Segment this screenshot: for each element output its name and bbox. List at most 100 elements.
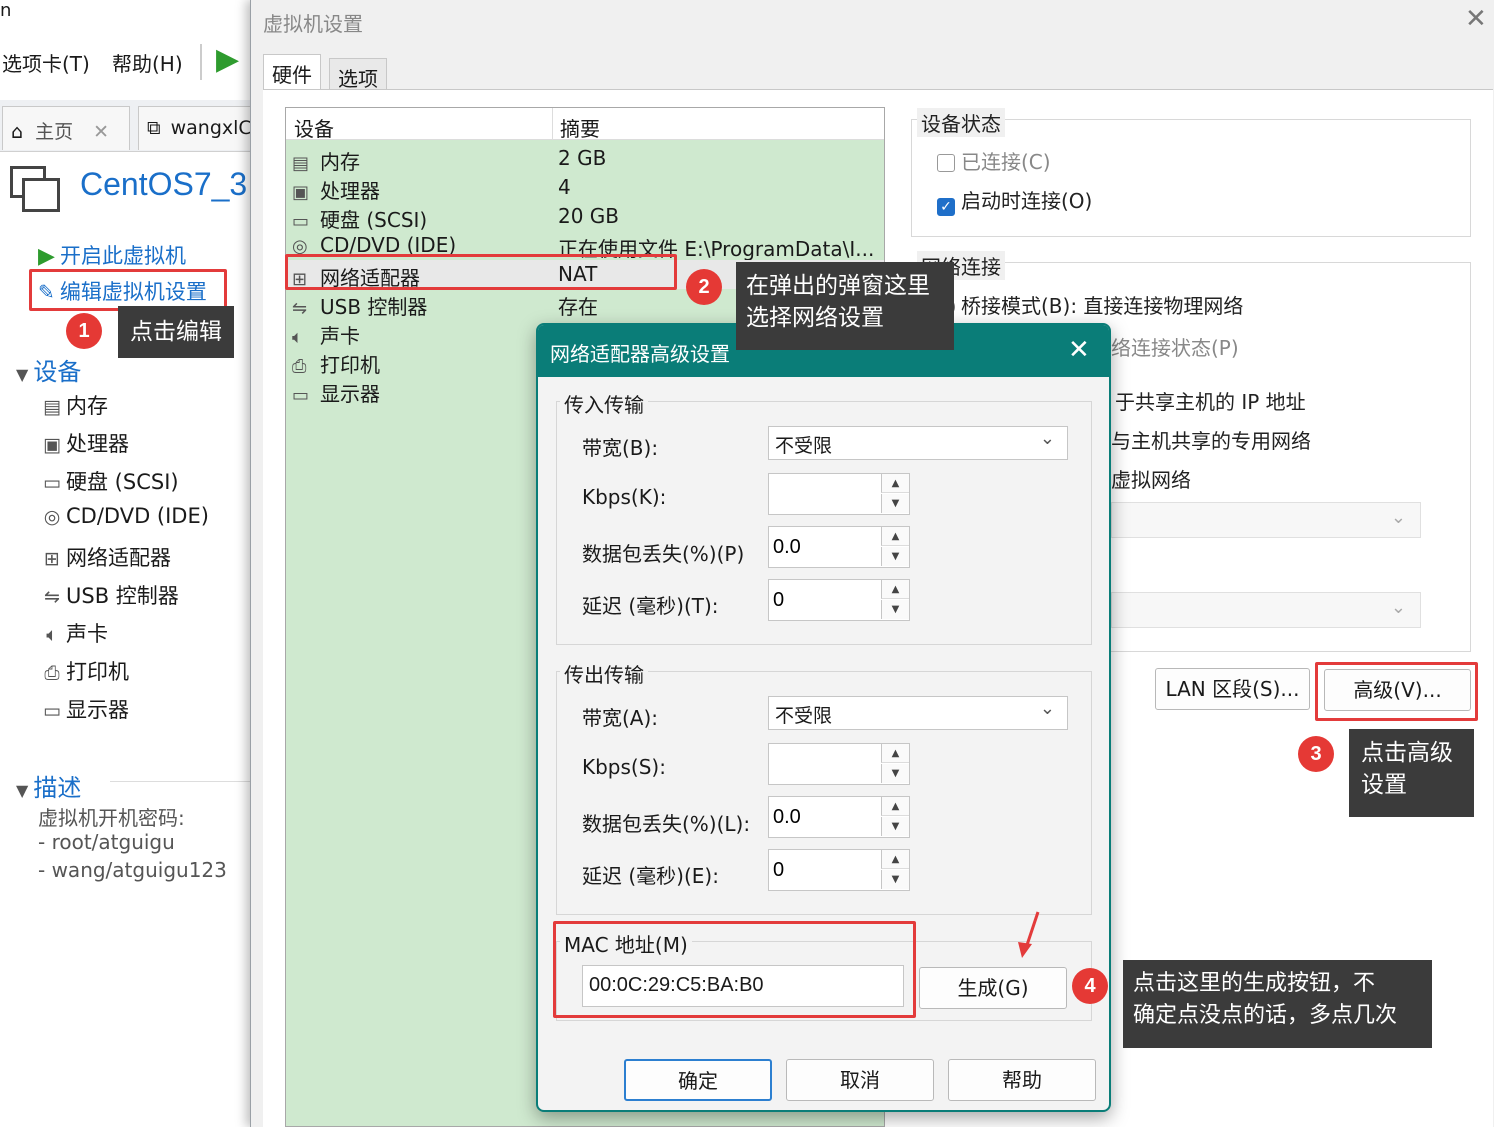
close-icon[interactable]: ✕ (93, 121, 109, 143)
incoming-kbps-spinner[interactable]: ▲ ▼ (768, 473, 910, 515)
table-row[interactable]: ▤ 内存 2 GB (286, 144, 884, 174)
spin-up-icon[interactable]: ▲ (881, 527, 909, 546)
sound-icon: 🔈︎ (292, 327, 303, 348)
incoming-latency-spinner[interactable]: ▲▼ (768, 579, 910, 621)
description-line: 虚拟机开机密码: (38, 806, 185, 830)
custom-radio[interactable]: 虚拟网络 (1111, 464, 1191, 493)
tab-vm[interactable]: ⧉ wangxlC (138, 106, 252, 150)
cancel-button[interactable]: 取消 (786, 1059, 934, 1101)
device-item-printer[interactable]: ⎙ 打印机 (38, 656, 129, 686)
incoming-bandwidth-select[interactable]: 不受限 (768, 426, 1068, 460)
spin-down-icon[interactable]: ▼ (881, 870, 909, 889)
spin-up-icon[interactable]: ▲ (881, 744, 909, 763)
column-divider (552, 108, 553, 140)
connect-at-power-on-checkbox[interactable]: ✓ 启动时连接(O) (937, 185, 1092, 216)
description-line: - root/atguigu (38, 830, 175, 854)
incoming-loss-input[interactable] (769, 527, 879, 567)
tab-home[interactable]: ⌂ 主页 ✕ (2, 106, 130, 150)
device-status-label: 设备状态 (917, 108, 1005, 137)
description-section-header[interactable]: ▼ 描述 (16, 768, 81, 803)
connected-label: 已连接(C) (961, 150, 1051, 174)
window-title-fragment: n (0, 0, 12, 21)
outgoing-kbps-spinner[interactable]: ▲ ▼ (768, 743, 910, 785)
sound-icon: 🔈︎ (46, 624, 58, 646)
device-item-sound[interactable]: 🔈︎ 声卡 (38, 618, 108, 648)
table-row[interactable]: ▣ 处理器 4 (286, 173, 884, 203)
generate-mac-button[interactable]: 生成(G) (919, 967, 1067, 1009)
device-item-monitor[interactable]: ▭ 显示器 (38, 694, 129, 724)
description-header: 描述 (33, 774, 82, 802)
callout-2-line1: 在弹出的弹窗这里 (746, 273, 930, 299)
tab-hardware[interactable]: 硬件 (263, 54, 321, 90)
device-item-usb[interactable]: ⇋ USB 控制器 (38, 580, 179, 610)
row-name: 声卡 (320, 324, 360, 348)
spin-up-icon[interactable]: ▲ (881, 797, 909, 816)
replicate-state-checkbox[interactable]: 络连接状态(P) (1111, 332, 1239, 361)
custom-network-select[interactable] (1111, 502, 1421, 538)
incoming-loss-spinner[interactable]: ▲▼ (768, 526, 910, 568)
host-only-label: 与主机共享的专用网络 (1111, 429, 1311, 453)
usb-icon: ⇋ (292, 298, 308, 319)
spin-up-icon[interactable]: ▲ (881, 850, 909, 869)
lan-segment-select[interactable] (1111, 592, 1421, 628)
spin-down-icon[interactable]: ▼ (881, 547, 909, 566)
cpu-icon: ▣ (292, 182, 310, 203)
outgoing-loss-input[interactable] (769, 797, 879, 837)
spin-up-icon[interactable]: ▲ (881, 580, 909, 599)
device-item-cd[interactable]: ◎ CD/DVD (IDE) (38, 504, 209, 528)
printer-icon: ⎙ (292, 356, 307, 377)
replicate-state-label: 络连接状态(P) (1111, 336, 1239, 360)
outgoing-latency-spinner[interactable]: ▲▼ (768, 849, 910, 891)
close-icon[interactable]: ✕ (1465, 4, 1487, 34)
spin-up-icon[interactable]: ▲ (881, 474, 909, 493)
spin-down-icon[interactable]: ▼ (881, 600, 909, 619)
devices-header: 设备 (33, 358, 82, 386)
play-icon[interactable]: ▶ (216, 42, 239, 77)
outgoing-loss-label: 数据包丢失(%)(L): (582, 812, 751, 836)
custom-label: 虚拟网络 (1111, 468, 1191, 492)
outgoing-latency-input[interactable] (769, 850, 879, 890)
nat-radio[interactable]: 于共享主机的 IP 地址 (1115, 386, 1306, 415)
close-icon[interactable]: ✕ (1068, 335, 1090, 365)
device-item-harddisk[interactable]: ▭ 硬盘 (SCSI) (38, 466, 179, 496)
incoming-loss-label: 数据包丢失(%)(P) (582, 542, 745, 566)
device-label: USB 控制器 (66, 584, 179, 608)
table-row[interactable]: ▭ 硬盘 (SCSI) 20 GB (286, 202, 884, 232)
host-only-radio[interactable]: 与主机共享的专用网络 (1111, 425, 1311, 454)
device-item-cpu[interactable]: ▣ 处理器 (38, 428, 129, 458)
power-on-action[interactable]: ▶ 开启此虚拟机 (38, 240, 186, 270)
outgoing-bandwidth-label: 带宽(A): (582, 706, 659, 730)
device-label: 硬盘 (SCSI) (66, 470, 179, 494)
device-item-network[interactable]: ⊞ 网络适配器 (38, 542, 171, 572)
device-label: 显示器 (66, 698, 129, 722)
tab-home-label: 主页 (35, 121, 74, 143)
highlight-network-adapter-row (285, 254, 677, 290)
menu-help[interactable]: 帮助(H) (112, 48, 183, 77)
ok-button[interactable]: 确定 (624, 1059, 772, 1101)
outgoing-loss-spinner[interactable]: ▲▼ (768, 796, 910, 838)
network-icon: ⊞ (44, 548, 60, 570)
menu-tabs[interactable]: 选项卡(T) (2, 48, 90, 77)
bridged-radio[interactable]: 桥接模式(B): 直接连接物理网络 (937, 290, 1243, 319)
vm-name: CentOS7_3 (80, 166, 248, 202)
spin-down-icon[interactable]: ▼ (881, 817, 909, 836)
device-item-memory[interactable]: ▤ 内存 (38, 390, 108, 420)
spin-down-icon[interactable]: ▼ (881, 764, 909, 783)
outgoing-kbps-input[interactable] (769, 744, 879, 784)
row-summary: 4 (558, 175, 571, 199)
incoming-latency-input[interactable] (769, 580, 879, 620)
tab-options[interactable]: 选项 (329, 58, 387, 91)
incoming-label: 传入传输 (560, 389, 648, 418)
incoming-latency-label: 延迟 (毫秒)(T): (582, 594, 719, 618)
spin-down-icon[interactable]: ▼ (881, 494, 909, 513)
settings-window-title: 虚拟机设置 (263, 12, 363, 36)
help-button[interactable]: 帮助 (948, 1059, 1096, 1101)
outgoing-bandwidth-select[interactable]: 不受限 (768, 696, 1068, 730)
row-name: USB 控制器 (320, 295, 428, 319)
connected-checkbox[interactable]: 已连接(C) (937, 146, 1051, 175)
row-summary: 2 GB (558, 146, 607, 170)
incoming-kbps-input[interactable] (769, 474, 879, 514)
monitor-icon: ▭ (292, 385, 310, 406)
devices-section-header[interactable]: ▼ 设备 (16, 352, 81, 387)
lan-segment-button[interactable]: LAN 区段(S)... (1155, 668, 1310, 710)
